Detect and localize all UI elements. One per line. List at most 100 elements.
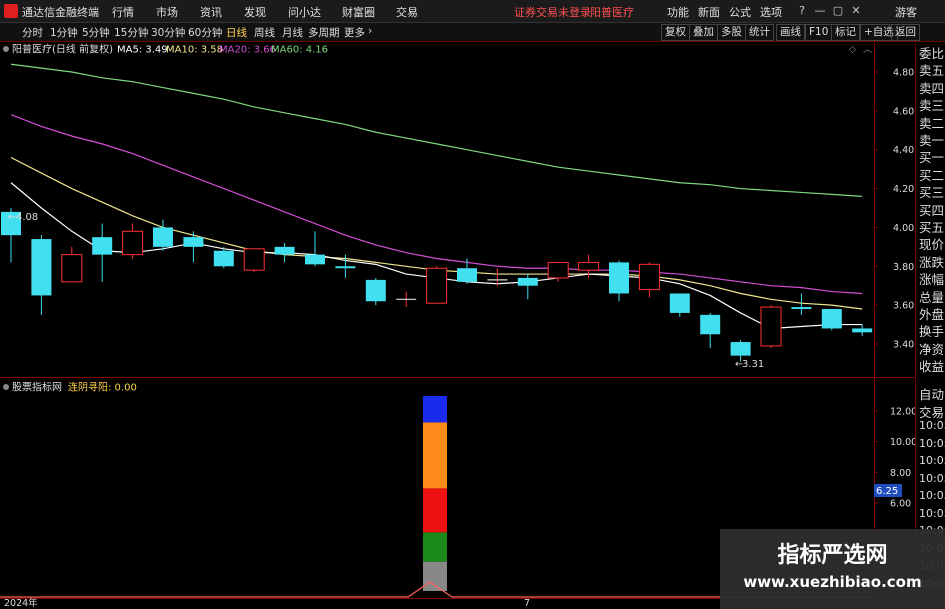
f10-button[interactable]: F10 <box>805 24 833 41</box>
user-label[interactable]: 游客 <box>895 4 917 20</box>
menu-jiaoyi[interactable]: 交易 <box>396 4 418 20</box>
main-title: 阳普医疗(日线 前复权) <box>12 43 113 56</box>
sub-tick-label: 12.00 <box>890 407 915 418</box>
ma10-label: MA10: 3.58 <box>166 45 223 56</box>
menu-xuanxiang[interactable]: 选项 <box>760 4 782 20</box>
candle <box>517 274 538 300</box>
multi-stock-button[interactable]: 多股 <box>717 24 746 41</box>
candles <box>1 208 873 362</box>
period-toolbar: 分时 1分钟 5分钟 15分钟 30分钟 60分钟 日线 周线 月线 多周期 更… <box>0 23 945 42</box>
high-arrow-icon: ← <box>8 212 16 223</box>
menu-zixun[interactable]: 资讯 <box>200 4 222 20</box>
tab-fenshi[interactable]: 分时 <box>22 25 43 40</box>
menu-xinmian[interactable]: 新面 <box>698 4 720 20</box>
low-arrow-icon: ← <box>735 359 743 370</box>
candle <box>669 293 690 317</box>
candle-body <box>609 262 629 294</box>
app-logo-icon <box>4 4 18 18</box>
candle <box>700 312 721 348</box>
quote-field-label: 涨跌 <box>919 254 945 270</box>
candle <box>426 266 448 304</box>
tab-weekly[interactable]: 周线 <box>254 25 275 40</box>
candle <box>852 324 873 337</box>
help-icon[interactable]: ? <box>794 3 810 18</box>
trade-tick-time: 10:05 <box>919 471 945 485</box>
mark-button[interactable]: 标记 <box>831 24 860 41</box>
candle-body <box>700 314 721 335</box>
sub-indicator-name: 股票指标网 <box>12 381 62 394</box>
menu-gongneng[interactable]: 功能 <box>667 4 689 20</box>
candle <box>638 262 660 298</box>
candle-body <box>243 248 265 271</box>
tab-1min[interactable]: 1分钟 <box>50 25 78 40</box>
price-tick-label: 4.80 <box>893 68 914 79</box>
tab-30min[interactable]: 30分钟 <box>151 25 185 40</box>
draw-button[interactable]: 画线 <box>776 24 805 41</box>
chevron-up-icon[interactable]: ︿ <box>863 45 872 55</box>
candle-body <box>335 266 356 269</box>
quote-field-label: 买四 <box>919 202 945 218</box>
sub-legend: 股票指标网 连阴寻阳: 0.00 <box>3 381 137 394</box>
sub-bar-segment <box>423 422 447 489</box>
candle <box>609 260 629 302</box>
sub-settings-icon[interactable] <box>3 384 9 390</box>
sub-bar-segment <box>423 532 447 562</box>
candle <box>821 309 842 331</box>
high-price-label: 4.08 <box>16 212 38 223</box>
menu-caifuquan[interactable]: 财富圈 <box>342 4 375 20</box>
trade-tick-time: 10:05 <box>919 489 945 502</box>
tab-monthly[interactable]: 月线 <box>282 25 303 40</box>
quote-field-label: 收益 <box>919 359 945 375</box>
expand-icon[interactable]: ◇ <box>849 45 856 55</box>
close-icon[interactable]: ✕ <box>848 3 864 18</box>
tab-5min[interactable]: 5分钟 <box>82 25 110 40</box>
menu-gongshi[interactable]: 公式 <box>729 4 751 20</box>
price-tick-label: 4.00 <box>893 223 914 234</box>
login-status[interactable]: 证券交易未登录 <box>514 4 591 20</box>
candle-body <box>730 342 751 356</box>
menu-faxian[interactable]: 发现 <box>244 4 266 20</box>
price-tick-label: 4.40 <box>893 145 914 156</box>
candle <box>760 305 782 348</box>
trade-tick-time: 10:05 <box>919 454 945 467</box>
quote-field-label: 买五 <box>919 220 945 235</box>
quote-field-label: 卖四 <box>919 80 945 96</box>
menu-hangqing[interactable]: 行情 <box>112 4 134 20</box>
candle-body <box>31 239 52 296</box>
menu-shichang[interactable]: 市场 <box>156 4 178 20</box>
maximize-icon[interactable]: ▢ <box>830 3 846 18</box>
quote-field-label: 卖五 <box>919 63 945 79</box>
chevron-right-icon[interactable]: › <box>368 25 372 37</box>
candle <box>31 235 52 315</box>
ma60-line <box>10 63 863 197</box>
quote-field-label: 卖一 <box>919 133 945 148</box>
tab-more[interactable]: 更多 <box>344 25 365 40</box>
settings-dot-icon[interactable] <box>3 46 9 52</box>
candle-body <box>578 261 600 271</box>
stats-button[interactable]: 统计 <box>745 24 774 41</box>
tab-15min[interactable]: 15分钟 <box>114 25 148 40</box>
candle <box>457 258 477 284</box>
quote-field-label: 换手 <box>919 324 945 340</box>
tab-daily[interactable]: 日线 <box>226 25 247 40</box>
back-button[interactable]: 返回 <box>891 24 920 41</box>
fuquan-button[interactable]: 复权 <box>661 24 690 41</box>
trade-tick-time: 交易 <box>919 404 945 420</box>
ma5-line <box>10 182 863 330</box>
quote-field-label: 卖三 <box>919 98 945 114</box>
candle-body <box>305 254 325 265</box>
candle-body <box>61 254 83 283</box>
candle-body <box>426 267 448 304</box>
minimize-icon[interactable]: — <box>812 3 828 18</box>
tab-60min[interactable]: 60分钟 <box>188 25 222 40</box>
menu-wenxiaoda[interactable]: 问小达 <box>288 4 321 20</box>
candle-body <box>457 268 477 282</box>
candle-body <box>153 227 173 247</box>
overlay-button[interactable]: 叠加 <box>689 24 718 41</box>
quote-field-label: 买一 <box>919 150 945 166</box>
kline-chart[interactable]: 阳普医疗(日线 前复权) MA5: 3.49 MA10: 3.58 MA20: … <box>0 42 915 607</box>
sub-series-label: 连阴寻阳: 0.00 <box>68 381 137 394</box>
x-label-month: 7 <box>524 598 530 607</box>
tab-multi-period[interactable]: 多周期 <box>308 25 340 40</box>
app-name: 通达信金融终端 <box>22 6 99 19</box>
